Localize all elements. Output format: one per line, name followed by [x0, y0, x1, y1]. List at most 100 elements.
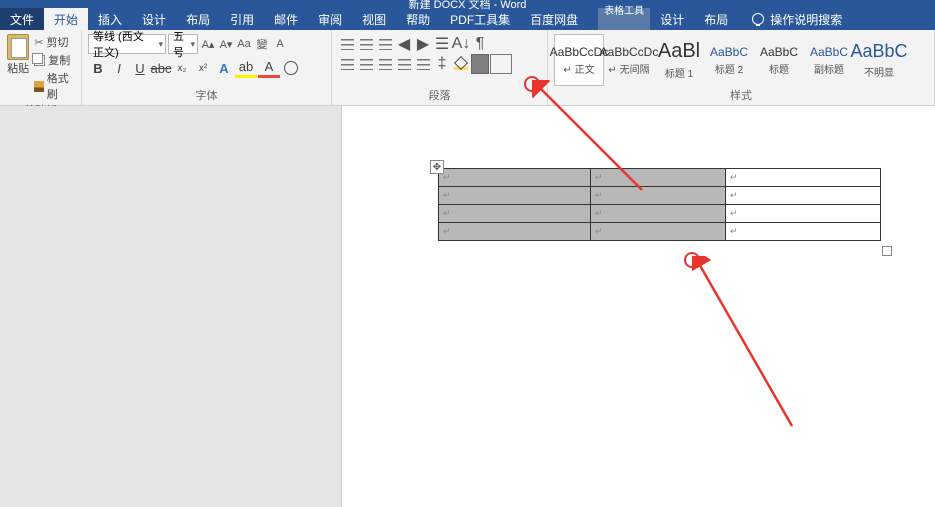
- table-cell[interactable]: ↵: [726, 187, 881, 205]
- group-font: 等线 (西文正文) 五号 A▴ A▾ Aa 變 A B I U abc x₂ x…: [82, 30, 332, 105]
- bulb-icon: [752, 13, 764, 25]
- annotation-arrow-bottom: [692, 256, 802, 436]
- show-marks-button[interactable]: ¶: [471, 34, 489, 54]
- tab-review[interactable]: 审阅: [308, 8, 352, 30]
- copy-button[interactable]: 复制: [34, 52, 75, 68]
- table-row[interactable]: ↵↵↵: [439, 205, 881, 223]
- tab-design[interactable]: 设计: [132, 8, 176, 30]
- tab-insert[interactable]: 插入: [88, 8, 132, 30]
- align-icon: [379, 59, 392, 70]
- style-h1[interactable]: AaBl标题 1: [654, 34, 704, 86]
- style-nospacing[interactable]: AaBbCcDc↵ 无间隔: [604, 34, 654, 86]
- navigation-pane[interactable]: [0, 106, 342, 507]
- style-subtitle[interactable]: AaBbC副标题: [804, 34, 854, 86]
- align-left-button[interactable]: [338, 54, 356, 74]
- bold-button[interactable]: B: [88, 58, 108, 78]
- tab-home[interactable]: 开始: [44, 8, 88, 30]
- tab-mailings[interactable]: 邮件: [264, 8, 308, 30]
- cell-shading-button[interactable]: [471, 54, 489, 74]
- font-color-button[interactable]: A: [258, 58, 280, 78]
- superscript-button[interactable]: x²: [193, 58, 213, 78]
- table-row[interactable]: ↵↵↵: [439, 187, 881, 205]
- cut-button[interactable]: ✂剪切: [34, 34, 75, 50]
- table-cell[interactable]: ↵: [439, 223, 591, 241]
- brush-icon: [34, 81, 43, 92]
- table-cell[interactable]: ↵: [726, 205, 881, 223]
- grow-font-button[interactable]: A▴: [200, 34, 216, 54]
- group-label-paragraph: 段落: [338, 87, 541, 103]
- bucket-icon: [454, 58, 468, 70]
- tab-baidu[interactable]: 百度网盘: [520, 8, 588, 30]
- paste-label: 粘贴: [7, 60, 29, 76]
- group-clipboard: 粘贴 ✂剪切 复制 格式刷 剪贴板: [0, 30, 82, 105]
- phonetic-button[interactable]: 變: [254, 34, 270, 54]
- align-icon: [417, 59, 430, 70]
- tab-view[interactable]: 视图: [352, 8, 396, 30]
- shrink-font-button[interactable]: A▾: [218, 34, 234, 54]
- list-icon: [341, 39, 354, 50]
- distribute-button[interactable]: [414, 54, 432, 74]
- paste-icon: [7, 34, 29, 60]
- increase-indent-button[interactable]: ▶: [414, 34, 432, 54]
- document-table[interactable]: ↵↵↵ ↵↵↵ ↵↵↵ ↵↵↵: [438, 168, 881, 241]
- tab-table-layout[interactable]: 布局: [694, 8, 738, 30]
- shading-button[interactable]: [452, 54, 470, 74]
- ring-icon: [284, 61, 298, 75]
- sort-button[interactable]: A↓: [452, 34, 470, 54]
- group-label-font: 字体: [88, 87, 325, 103]
- tab-references[interactable]: 引用: [220, 8, 264, 30]
- table-move-handle[interactable]: [430, 160, 444, 174]
- format-painter-button[interactable]: 格式刷: [34, 70, 75, 102]
- table-cell[interactable]: ↵: [439, 205, 591, 223]
- tell-me-search[interactable]: 操作说明搜索: [752, 11, 842, 28]
- table-cell[interactable]: ↵: [591, 223, 726, 241]
- document-area[interactable]: ↵↵↵ ↵↵↵ ↵↵↵ ↵↵↵: [342, 106, 935, 507]
- decrease-indent-button[interactable]: ◀: [395, 34, 413, 54]
- align-right-button[interactable]: [376, 54, 394, 74]
- tab-table-design[interactable]: 设计: [650, 8, 694, 30]
- font-name-combo[interactable]: 等线 (西文正文): [88, 34, 166, 54]
- annotation-arrow-top: [532, 80, 652, 200]
- style-h2[interactable]: AaBbC标题 2: [704, 34, 754, 86]
- highlight-button[interactable]: ab: [235, 58, 257, 78]
- justify-button[interactable]: [395, 54, 413, 74]
- style-subtle[interactable]: AaBbC不明显: [854, 34, 904, 86]
- clear-format-button[interactable]: A: [272, 34, 288, 54]
- asian-layout-button[interactable]: ☰: [433, 34, 451, 54]
- scissors-icon: ✂: [34, 36, 43, 49]
- style-normal[interactable]: AaBbCcDc↵ 正文: [554, 34, 604, 86]
- tab-layout[interactable]: 布局: [176, 8, 220, 30]
- table-resize-handle[interactable]: [882, 246, 892, 256]
- ribbon: 粘贴 ✂剪切 复制 格式刷 剪贴板 等线 (西文正文) 五号 A▴ A▾ Aa …: [0, 30, 935, 106]
- paste-button[interactable]: 粘贴: [6, 34, 30, 102]
- strike-button[interactable]: abc: [151, 58, 171, 78]
- table-cell[interactable]: ↵: [591, 205, 726, 223]
- table-cell[interactable]: ↵: [726, 223, 881, 241]
- underline-button[interactable]: U: [130, 58, 150, 78]
- enclose-char-button[interactable]: [281, 58, 301, 78]
- change-case-button[interactable]: Aa: [236, 34, 252, 54]
- italic-button[interactable]: I: [109, 58, 129, 78]
- context-tab-group: 表格工具: [598, 8, 650, 30]
- table-row[interactable]: ↵↵↵: [439, 223, 881, 241]
- subscript-button[interactable]: x₂: [172, 58, 192, 78]
- line-spacing-button[interactable]: ‡: [433, 54, 451, 74]
- title-text: 新建 DOCX 文档 - Word: [409, 0, 527, 12]
- tab-file[interactable]: 文件: [0, 8, 44, 30]
- multilevel-button[interactable]: [376, 34, 394, 54]
- borders-button[interactable]: [490, 54, 512, 74]
- list-icon: [360, 39, 373, 50]
- context-tab-label: 表格工具: [604, 2, 644, 17]
- bullets-button[interactable]: [338, 34, 356, 54]
- style-title[interactable]: AaBbC标题: [754, 34, 804, 86]
- table-cell[interactable]: ↵: [726, 169, 881, 187]
- tell-me-label: 操作说明搜索: [770, 11, 842, 28]
- text-effects-button[interactable]: A: [214, 58, 234, 78]
- title-bar: 新建 DOCX 文档 - Word: [0, 0, 935, 8]
- align-center-button[interactable]: [357, 54, 375, 74]
- numbering-button[interactable]: [357, 34, 375, 54]
- table-row[interactable]: ↵↵↵: [439, 169, 881, 187]
- list-icon: [379, 39, 392, 50]
- font-size-combo[interactable]: 五号: [168, 34, 198, 54]
- styles-gallery[interactable]: AaBbCcDc↵ 正文 AaBbCcDc↵ 无间隔 AaBl标题 1 AaBb…: [554, 34, 928, 86]
